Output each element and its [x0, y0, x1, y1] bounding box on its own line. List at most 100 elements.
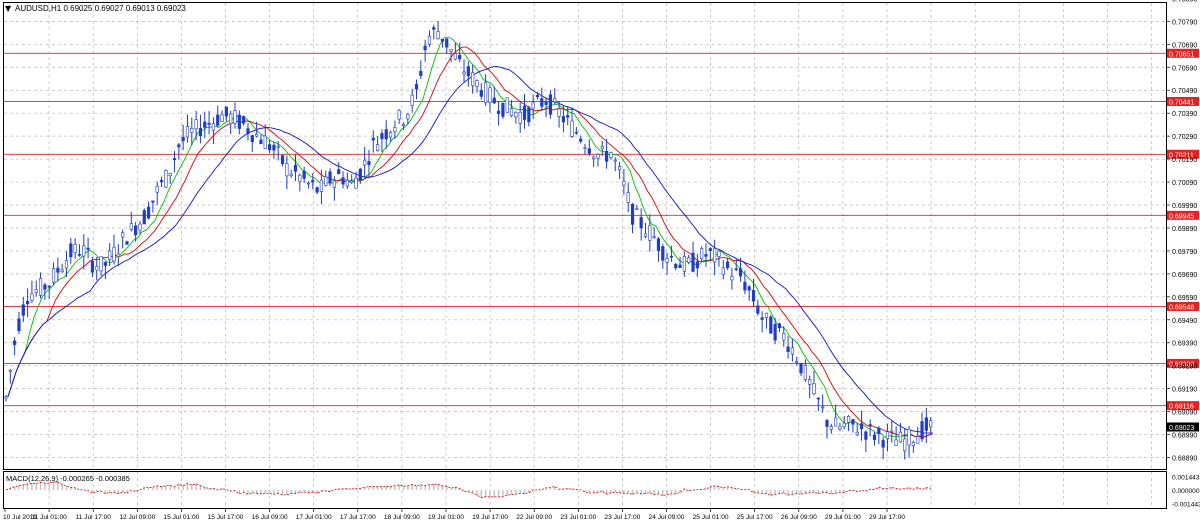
time-tick-label: 12 Jul 09:00	[119, 514, 155, 521]
candle-body	[859, 423, 864, 430]
time-tick-label: 25 Jul 01:00	[693, 514, 729, 521]
price-tick-label: 0.70890	[1172, 0, 1197, 3]
candle-body	[527, 107, 531, 123]
candle-body	[579, 138, 583, 142]
candle-body	[26, 300, 30, 305]
trading-chart[interactable]: 0.706510.704410.702110.699450.695480.693…	[0, 0, 1200, 523]
time-tick-label: 24 Jul 09:00	[649, 514, 685, 521]
candle-body	[678, 264, 682, 268]
candle-body	[159, 180, 164, 183]
candle-body	[674, 264, 678, 269]
candle-body	[203, 121, 207, 128]
candle-body	[302, 170, 306, 179]
candle-body	[90, 260, 95, 273]
candle-body	[544, 101, 548, 105]
candle-body	[570, 120, 574, 137]
candle-body	[777, 323, 782, 329]
candle-body	[704, 254, 708, 257]
candle-body	[509, 108, 514, 116]
time-tick-label: 25 Jul 17:00	[737, 514, 773, 521]
candle-body	[198, 127, 203, 137]
time-tick-label: 29 Jul 17:00	[869, 514, 905, 521]
candle-body	[617, 166, 622, 171]
candle-body	[639, 217, 643, 229]
candle-body	[661, 246, 665, 261]
candle-body	[816, 397, 820, 400]
candle-body	[613, 159, 617, 162]
candle-body	[929, 420, 933, 428]
time-tick-label: 16 Jul 09:00	[252, 514, 288, 521]
candle-body	[319, 179, 324, 192]
candle-body	[358, 168, 362, 181]
candle-body	[700, 248, 704, 260]
candle-body	[652, 236, 656, 239]
candle-body	[246, 128, 250, 134]
price-tick-label: 0.70790	[1172, 19, 1197, 26]
candle-body	[756, 305, 760, 314]
candle-body	[449, 48, 453, 52]
candle-body	[397, 110, 401, 120]
candle-body	[4, 396, 8, 399]
candle-body	[155, 186, 159, 193]
price-tick-label: 0.69790	[1172, 249, 1197, 256]
candle-body	[259, 139, 263, 144]
candle-body	[337, 169, 341, 175]
candle-body	[363, 159, 367, 166]
candle-body	[388, 131, 393, 138]
candle-body	[393, 127, 397, 132]
candle-body	[34, 289, 38, 293]
candle-body	[255, 133, 259, 137]
candle-body	[505, 97, 509, 113]
time-tick-label: 19 Jul 17:00	[472, 514, 508, 521]
price-tick-label: 0.69190	[1172, 387, 1197, 394]
candle-body	[458, 55, 462, 60]
candle-body	[924, 417, 928, 431]
candle-body	[812, 383, 816, 395]
time-tick-label: 15 Jul 01:00	[163, 514, 199, 521]
candle-body	[898, 431, 903, 443]
candle-body	[622, 181, 626, 186]
candle-body	[851, 419, 855, 425]
price-tick-label: 0.69490	[1172, 318, 1197, 325]
candle-body	[769, 316, 773, 334]
candle-body	[242, 116, 246, 124]
candle-body	[69, 243, 73, 258]
candle-body	[73, 244, 77, 253]
candle-body	[332, 180, 336, 188]
candle-body	[786, 346, 790, 352]
candle-body	[630, 203, 635, 225]
candle-body	[17, 318, 21, 332]
price-tick-label: 0.70090	[1172, 180, 1197, 187]
candle-body	[846, 416, 851, 423]
candle-body	[747, 286, 751, 291]
candle-body	[453, 53, 457, 60]
candle-body	[838, 426, 842, 430]
price-tick-label: 0.70290	[1172, 134, 1197, 141]
candle-body	[821, 406, 825, 409]
candle-body	[267, 144, 272, 151]
time-tick-label: 23 Jul 17:00	[604, 514, 640, 521]
candle-body	[432, 27, 436, 30]
price-tick-label: 0.68890	[1172, 456, 1197, 463]
candle-body	[656, 238, 661, 251]
header-arrow-icon[interactable]: ▼	[5, 4, 12, 13]
time-tick-label: 11 Jul 17:00	[75, 514, 111, 521]
macd-tick-label: 0.000000	[1172, 488, 1200, 495]
price-tick-label: 0.70190	[1172, 157, 1197, 164]
candle-body	[605, 151, 609, 162]
candle-body	[872, 434, 877, 440]
candle-body	[108, 250, 112, 260]
candle-body	[64, 260, 69, 269]
candle-body	[717, 250, 721, 257]
price-tick-label: 0.69090	[1172, 410, 1197, 417]
candle-body	[648, 225, 652, 241]
candle-body	[142, 210, 146, 225]
candle-body	[380, 133, 384, 140]
candle-body	[272, 144, 276, 151]
candle-body	[116, 253, 120, 257]
candle-body	[315, 187, 319, 193]
candle-body	[492, 97, 496, 104]
candle-body	[138, 223, 142, 231]
candle-body	[181, 137, 185, 142]
candle-body	[129, 223, 133, 230]
